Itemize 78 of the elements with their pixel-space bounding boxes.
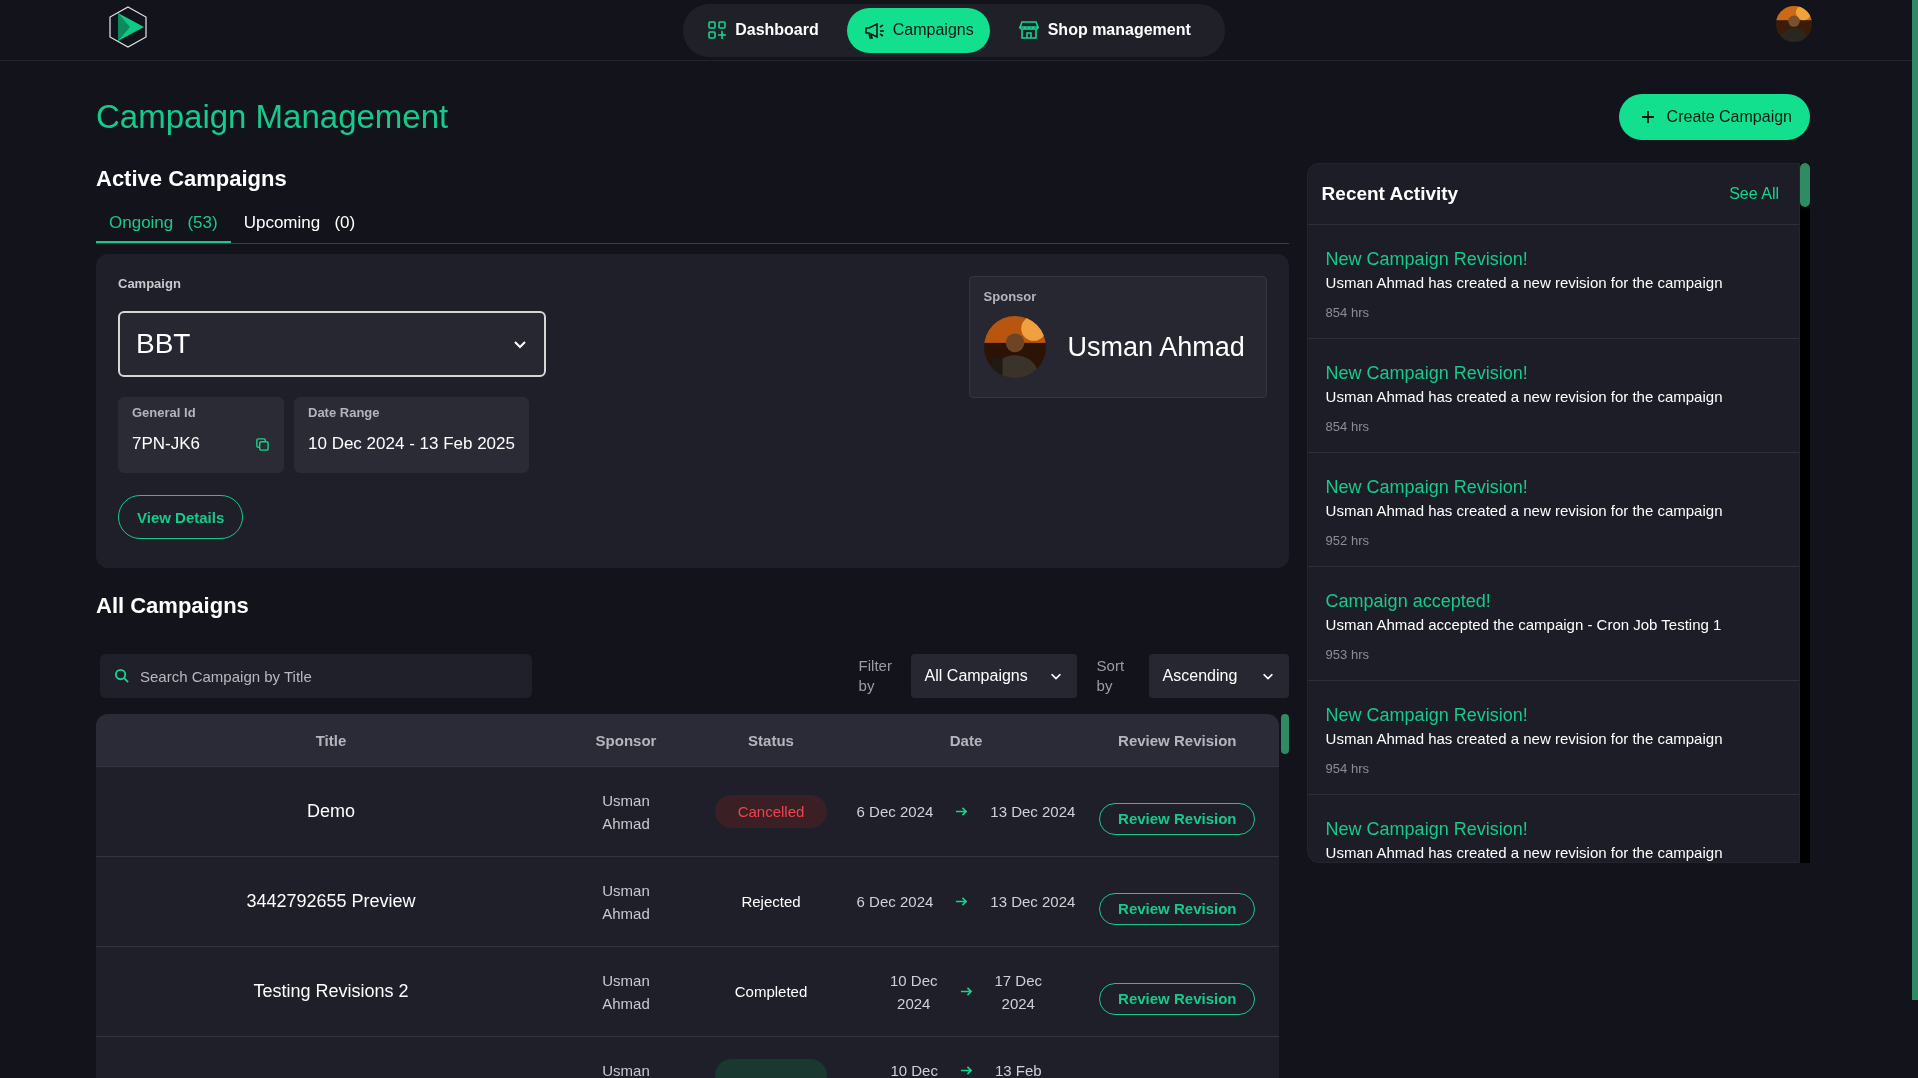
column-header: Sponsor <box>595 731 657 749</box>
activity-title: New Campaign Revision! <box>1325 476 1529 499</box>
status-badge: Cancelled <box>715 795 827 828</box>
activity-title: Campaign accepted! <box>1325 590 1492 613</box>
column-header: Title <box>315 731 347 749</box>
panel-title: Recent Activity <box>1321 183 1459 205</box>
sort-label: Sort by <box>1096 656 1126 696</box>
activity-title: New Campaign Revision! <box>1325 248 1529 271</box>
copy-icon[interactable] <box>255 436 270 452</box>
status-text: Completed <box>733 982 809 1002</box>
plus-icon <box>1640 110 1655 124</box>
table-cell-text: Usman Ahmad <box>601 970 651 1014</box>
section-heading: Active Campaigns <box>96 165 288 193</box>
general-id: 7PN-JK6 <box>132 434 201 454</box>
activity-text: Usman Ahmad has created a new revision for the campaign <box>1325 729 1724 749</box>
arrow-right-icon <box>959 985 973 998</box>
see-all-link[interactable]: See All <box>1729 185 1779 203</box>
date-text: 13 Feb <box>994 1061 1042 1078</box>
date-text: 13 Dec 2024 <box>990 892 1076 912</box>
store-icon <box>1017 20 1040 40</box>
activity-time: 952 hrs <box>1325 533 1370 548</box>
status-text: Rejected <box>740 892 802 912</box>
activity-time: 854 hrs <box>1325 305 1370 320</box>
nav-tab[interactable]: Campaigns <box>846 7 990 53</box>
sponsor-label: Sponsor <box>983 289 1038 304</box>
info-label: General Id <box>132 405 197 420</box>
megaphone-icon <box>862 20 885 40</box>
field-label: Campaign <box>118 276 182 291</box>
activity-title: New Campaign Revision! <box>1325 362 1529 385</box>
scrollbar-thumb[interactable] <box>1800 163 1810 207</box>
campaign-tab[interactable]: Upcoming (0) <box>230 207 369 243</box>
arrow-right-icon <box>959 1064 973 1077</box>
scrollbar-thumb[interactable] <box>1280 714 1289 754</box>
date-text: 10 Dec <box>890 1061 938 1078</box>
info-label: Date Range <box>308 405 381 420</box>
date-text: 17 Dec 2024 <box>994 970 1043 1014</box>
table-cell-text: Usman <box>601 1061 651 1078</box>
date-range: 10 Dec 2024 - 13 Feb 2025 <box>308 434 515 454</box>
create-campaign-button[interactable]: Create Campaign <box>1618 94 1810 140</box>
column-header: Review Revision <box>1118 731 1237 749</box>
campaign-select[interactable]: BBT <box>118 311 546 377</box>
filter-label: Filter by <box>858 656 893 696</box>
column-header: Status <box>748 731 794 749</box>
arrow-right-icon <box>955 895 969 908</box>
table-cell: Testing Revisions 2 <box>253 981 409 1002</box>
logo-icon[interactable] <box>106 5 150 49</box>
activity-text: Usman Ahmad has created a new revision for the campaign <box>1325 387 1724 407</box>
activity-time: 954 hrs <box>1325 761 1370 776</box>
grid-icon <box>707 20 728 40</box>
activity-text: Usman Ahmad has created a new revision for the campaign <box>1325 501 1724 521</box>
activity-title: New Campaign Revision! <box>1325 704 1529 727</box>
table-cell-text: Usman Ahmad <box>601 880 651 924</box>
date-text: 13 Dec 2024 <box>990 802 1076 822</box>
date-text: 10 Dec 2024 <box>889 970 938 1014</box>
page-title: Campaign Management <box>96 97 450 137</box>
activity-time: 854 hrs <box>1325 419 1370 434</box>
date-text: 6 Dec 2024 <box>856 892 934 912</box>
table-cell: Demo <box>307 801 355 822</box>
search-field[interactable]: Search Campaign by Title <box>100 654 532 698</box>
sponsor-name: Usman Ahmad <box>1067 331 1245 363</box>
sort-dropdown[interactable]: Ascending <box>1148 654 1289 698</box>
activity-title: New Campaign Revision! <box>1325 818 1529 841</box>
arrow-right-icon <box>955 805 969 818</box>
activity-text: Usman Ahmad has created a new revision for the campaign <box>1325 843 1724 862</box>
scrollbar-thumb[interactable] <box>1912 0 1918 1000</box>
column-header: Date <box>949 731 983 749</box>
date-text: 6 Dec 2024 <box>856 802 934 822</box>
activity-text: Usman Ahmad accepted the campaign - Cron Job Testing 1 <box>1325 615 1723 635</box>
nav-tab[interactable]: Shop management <box>1001 7 1207 53</box>
activity-time: 953 hrs <box>1325 647 1370 662</box>
search-icon <box>114 668 129 683</box>
campaign-tab[interactable]: Ongoing (53) <box>96 207 231 243</box>
table-cell: 3442792655 Preview <box>246 891 416 912</box>
section-heading: All Campaigns <box>96 592 250 620</box>
nav-tab[interactable]: Dashboard <box>691 7 835 53</box>
filter-dropdown[interactable]: All Campaigns <box>910 654 1077 698</box>
table-cell-text: Usman Ahmad <box>601 790 651 834</box>
activity-text: Usman Ahmad has created a new revision for the campaign <box>1325 273 1724 293</box>
